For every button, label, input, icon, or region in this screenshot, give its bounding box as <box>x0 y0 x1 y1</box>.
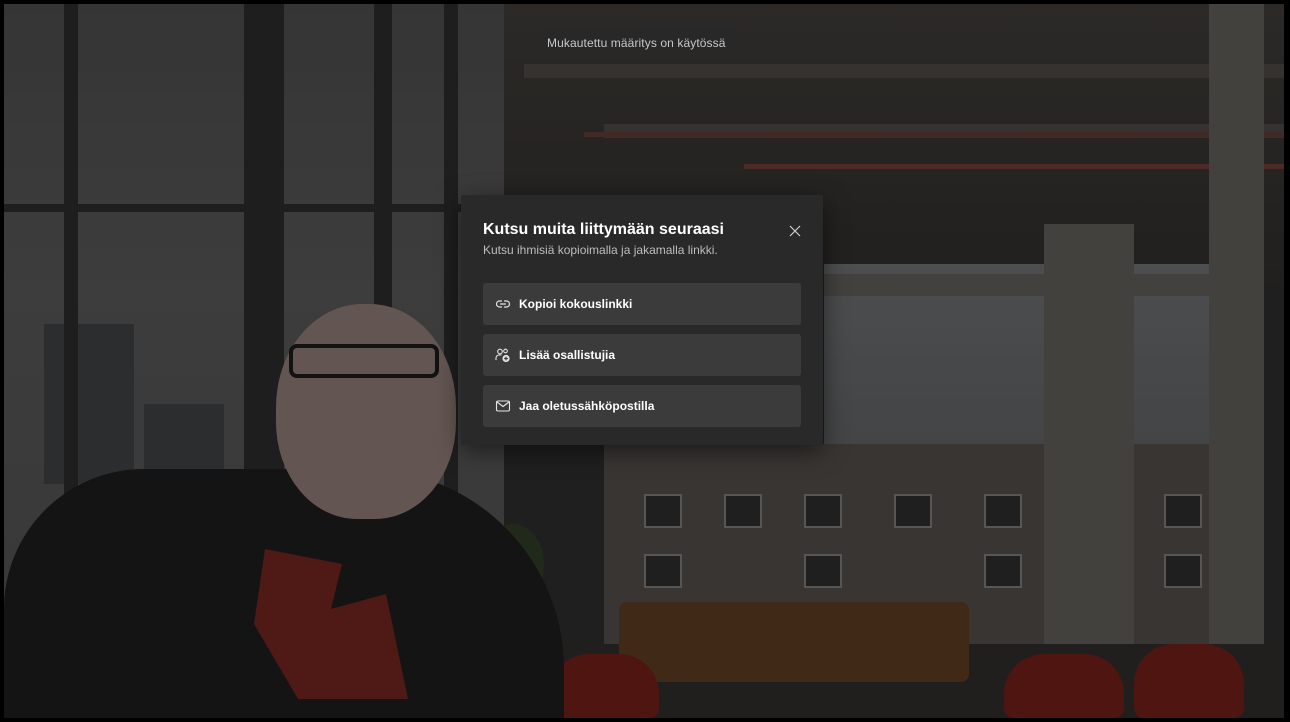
dialog-subtitle: Kutsu ihmisiä kopioimalla ja jakamalla l… <box>483 243 718 257</box>
close-button[interactable] <box>785 221 805 241</box>
link-icon <box>495 296 511 312</box>
add-participants-label: Lisää osallistujia <box>519 348 616 362</box>
add-people-icon <box>495 347 511 363</box>
invite-dialog: Kutsu muita liittymään seuraasi Kutsu ih… <box>461 195 823 445</box>
meeting-stage: Mukautettu määritys on käytössä Kutsu mu… <box>4 4 1284 718</box>
add-participants-button[interactable]: Lisää osallistujia <box>483 334 801 376</box>
copy-meeting-link-button[interactable]: Kopioi kokouslinkki <box>483 283 801 325</box>
custom-setup-banner: Mukautettu määritys on käytössä <box>539 28 734 58</box>
dialog-title: Kutsu muita liittymään seuraasi <box>483 221 724 238</box>
share-via-email-label: Jaa oletussähköpostilla <box>519 399 655 413</box>
copy-meeting-link-label: Kopioi kokouslinkki <box>519 297 633 311</box>
close-icon <box>789 225 801 237</box>
share-via-email-button[interactable]: Jaa oletussähköpostilla <box>483 385 801 427</box>
mail-icon <box>495 398 511 414</box>
